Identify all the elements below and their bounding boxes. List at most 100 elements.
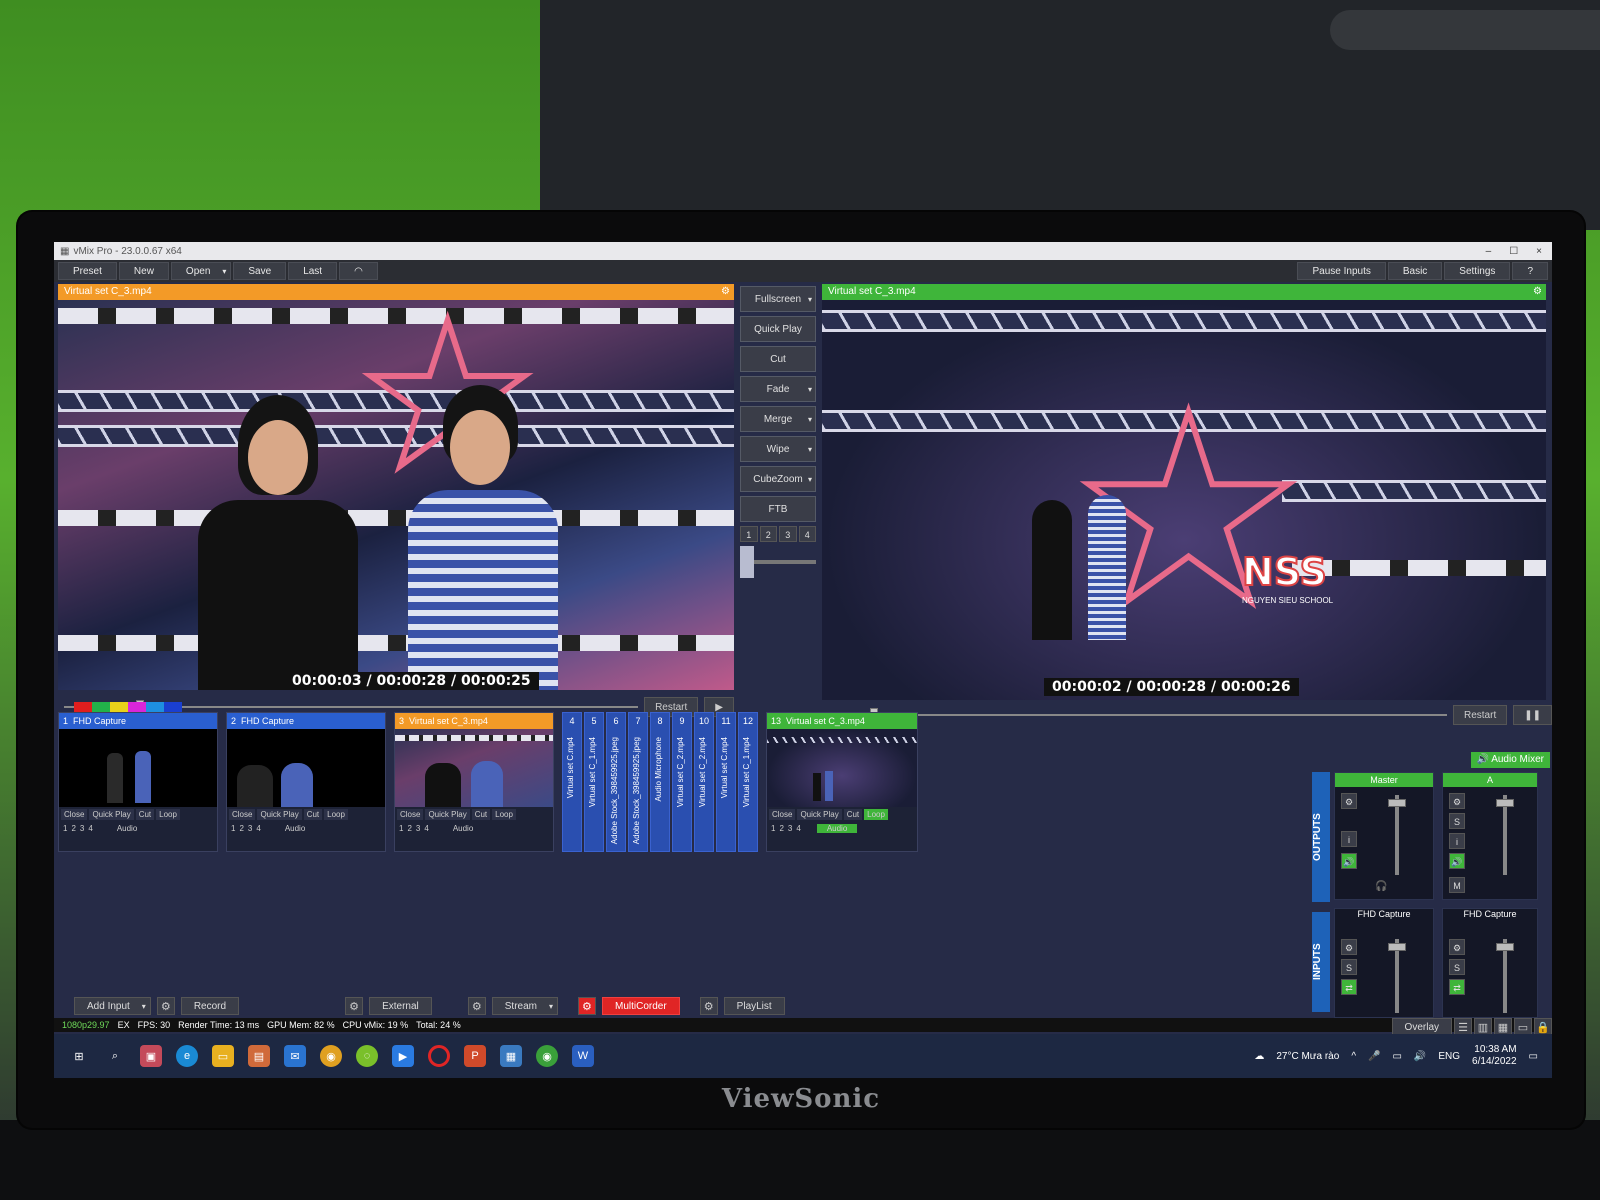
input-strip-2-settings-icon[interactable]: ⚙ [1449,939,1465,955]
powerpoint-icon[interactable]: P [464,1045,486,1067]
word-icon[interactable]: W [572,1045,594,1067]
input-13-close-button[interactable]: Close [769,809,796,820]
input-2-num-2[interactable]: 2 [239,824,243,833]
input-1-close-button[interactable]: Close [61,809,88,820]
chrome-icon[interactable]: ◉ [320,1045,342,1067]
minimize-icon[interactable]: – [1486,246,1492,257]
input-2-num-1[interactable]: 1 [231,824,235,833]
external-button[interactable]: External [369,997,432,1015]
record-settings-icon[interactable]: ⚙ [156,997,175,1015]
input-strip-1-settings-icon[interactable]: ⚙ [1341,939,1357,955]
input-13-thumbnail[interactable] [767,729,917,807]
input-1-num-2[interactable]: 2 [71,824,75,833]
input-3-quick-play-button[interactable]: Quick Play [425,809,470,820]
input-3-num-1[interactable]: 1 [399,824,403,833]
master-info-icon[interactable]: i [1341,831,1357,847]
bus-a-settings-icon[interactable]: ⚙ [1449,793,1465,809]
preset-button[interactable]: Preset [58,262,117,280]
input-2-quick-play-button[interactable]: Quick Play [257,809,302,820]
t-bar[interactable] [740,546,816,578]
microphone-icon[interactable]: 🎤 [1368,1051,1380,1062]
language-indicator[interactable]: ENG [1438,1051,1460,1062]
master-fader-knob[interactable] [1388,799,1406,807]
open-button[interactable]: Open [170,262,232,280]
output-restart-button[interactable]: Restart [1453,705,1508,725]
fullscreen-button[interactable]: Fullscreen [740,286,816,312]
chrome-profile-icon[interactable]: ◉ [536,1045,558,1067]
mini-input-9[interactable]: 9 Virtual set C_2.mp4 [672,712,692,852]
master-fader[interactable] [1395,795,1399,875]
input-1-loop-button[interactable]: Loop [156,809,180,820]
output-settings-icon[interactable]: ⚙ [1533,284,1542,300]
input-13-num-1[interactable]: 1 [771,824,775,833]
maximize-icon[interactable]: ☐ [1509,246,1518,257]
input-strip-2-route-icon[interactable]: ⇄ [1449,979,1465,995]
output-video[interactable]: ★ NSS NGUYEN SIEU SCHOOL 00:00:02 / 00:0… [822,300,1546,700]
input-strip-1-fader-knob[interactable] [1388,943,1406,951]
cut-button[interactable]: Cut [740,346,816,372]
preview-title-bar[interactable]: Virtual set C_3.mp4 ⚙ [58,284,734,300]
mini-input-5[interactable]: 5 Virtual set C_1.mp4 [584,712,604,852]
zoom-icon[interactable]: ▶ [392,1045,414,1067]
vmix-taskbar-icon[interactable]: ▦ [500,1045,522,1067]
mini-input-4[interactable]: 4 Virtual set C.mp4 [562,712,582,852]
bus-a-solo-button[interactable]: S [1449,813,1465,829]
help-button[interactable]: ? [1512,262,1548,280]
fade-button[interactable]: Fade [740,376,816,402]
input-3-num-2[interactable]: 2 [407,824,411,833]
mini-input-8[interactable]: 8 Audio Microphone [650,712,670,852]
app-icon[interactable]: ◌ [356,1045,378,1067]
transition-4-button[interactable]: 4 [798,526,816,542]
input-2-cut-button[interactable]: Cut [303,809,323,820]
multicorder-button[interactable]: MultiCorder [601,997,680,1015]
stream-button[interactable]: Stream [491,997,558,1015]
mini-input-11[interactable]: 11 Virtual set C.mp4 [716,712,736,852]
network-icon[interactable]: ▭ [1392,1051,1401,1062]
input-2-close-button[interactable]: Close [229,809,256,820]
input-tile-1[interactable]: 1 FHD Capture Close Quick Play Cut Loop … [58,712,218,852]
add-input-button[interactable]: Add Input [74,997,151,1015]
input-3-header[interactable]: 3 Virtual set C_3.mp4 [395,713,553,729]
basic-button[interactable]: Basic [1387,262,1443,280]
input-strip-2-solo-button[interactable]: S [1449,959,1465,975]
weather-icon[interactable]: ☁ [1254,1051,1264,1062]
input-2-loop-button[interactable]: Loop [324,809,348,820]
input-1-audio-button[interactable]: Audio [117,824,137,833]
input-tile-3[interactable]: 3 Virtual set C_3.mp4 Close Quick Play C… [394,712,554,852]
input-strip-1-solo-button[interactable]: S [1341,959,1357,975]
preview-settings-icon[interactable]: ⚙ [721,284,730,300]
input-13-num-2[interactable]: 2 [779,824,783,833]
transition-3-button[interactable]: 3 [779,526,797,542]
output-title-bar[interactable]: Virtual set C_3.mp4 ⚙ [822,284,1546,300]
input-strip-2-fader-knob[interactable] [1496,943,1514,951]
input-2-audio-button[interactable]: Audio [285,824,305,833]
input-2-num-3[interactable]: 3 [248,824,252,833]
chevron-up-icon[interactable]: ^ [1351,1051,1356,1062]
input-2-thumbnail[interactable] [227,729,385,807]
master-settings-icon[interactable]: ⚙ [1341,793,1357,809]
stream-settings-icon[interactable]: ⚙ [467,997,486,1015]
input-13-audio-button[interactable]: Audio [816,824,858,833]
input-13-num-4[interactable]: 4 [796,824,800,833]
windows-start-icon[interactable]: ⊞ [68,1045,90,1067]
record-button[interactable]: Record [180,997,240,1015]
merge-button[interactable]: Merge [740,406,816,432]
input-13-cut-button[interactable]: Cut [843,809,863,820]
input-3-num-4[interactable]: 4 [424,824,428,833]
master-mute-icon[interactable]: 🔊 [1341,853,1357,869]
input-3-close-button[interactable]: Close [397,809,424,820]
input-1-cut-button[interactable]: Cut [135,809,155,820]
input-strip-1-route-icon[interactable]: ⇄ [1341,979,1357,995]
transition-1-button[interactable]: 1 [740,526,758,542]
input-1-num-1[interactable]: 1 [63,824,67,833]
input-1-quick-play-button[interactable]: Quick Play [89,809,134,820]
input-tile-2[interactable]: 2 FHD Capture Close Quick Play Cut Loop … [226,712,386,852]
input-3-cut-button[interactable]: Cut [471,809,491,820]
output-seek-bar[interactable] [830,708,1447,722]
notification-icon[interactable]: ▭ [1529,1051,1538,1062]
input-13-loop-button[interactable]: Loop [864,809,888,820]
multicorder-settings-icon[interactable]: ⚙ [577,997,596,1015]
mini-input-7[interactable]: 7 Adobe Stock_398459925.jpeg [628,712,648,852]
bus-a-fader-knob[interactable] [1496,799,1514,807]
weather-readout[interactable]: 27°C Mưa rào [1276,1051,1339,1062]
